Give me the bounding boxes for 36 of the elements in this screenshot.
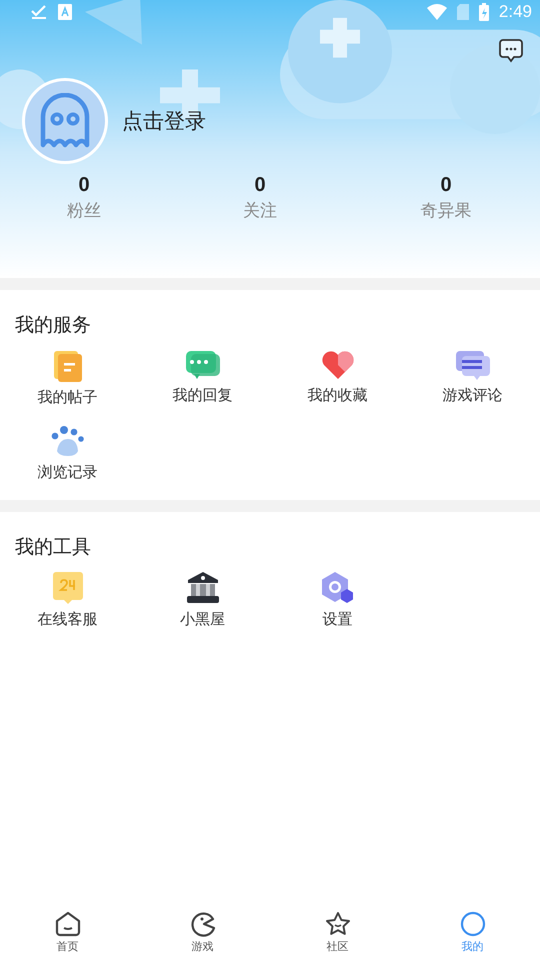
stat-count: 0 <box>440 174 452 197</box>
keyboard-icon <box>58 4 72 20</box>
paw-icon <box>50 425 84 457</box>
no-sim-icon <box>456 4 469 20</box>
section-title: 我的工具 <box>14 535 92 560</box>
service-label[interactable]: 浏览记录 <box>38 463 98 482</box>
gear-icon <box>320 572 354 604</box>
pacman-icon <box>190 910 216 936</box>
support-badge-icon <box>52 572 82 604</box>
tool-label[interactable]: 设置 <box>322 610 352 629</box>
section-title: 我的服务 <box>14 313 92 338</box>
service-label[interactable]: 游戏评论 <box>442 386 502 405</box>
building-icon <box>184 572 220 604</box>
tab-item[interactable]: 游戏 <box>135 903 270 961</box>
tab-item[interactable]: 社区 <box>270 903 405 961</box>
chat-bubble-icon <box>186 350 220 380</box>
login-link[interactable]: 点击登录 <box>122 107 206 135</box>
stat-count: 0 <box>254 174 266 197</box>
ghost-icon <box>39 93 91 149</box>
service-label[interactable]: 我的帖子 <box>38 388 98 407</box>
profile-icon <box>460 910 486 936</box>
tool-label[interactable]: 小黑屋 <box>180 610 225 629</box>
tab-item[interactable]: 首页 <box>0 903 135 961</box>
star-icon <box>324 910 350 936</box>
download-done-icon <box>30 4 48 20</box>
heart-icon <box>320 350 354 380</box>
status-time: 2:49 <box>498 2 532 22</box>
comment-icon <box>456 350 490 380</box>
stat-count: 0 <box>78 174 90 197</box>
service-label[interactable]: 我的回复 <box>172 386 232 405</box>
tool-label[interactable]: 在线客服 <box>38 610 98 629</box>
wifi-icon <box>426 4 447 20</box>
document-icon <box>52 350 84 382</box>
service-label[interactable]: 我的收藏 <box>308 386 368 405</box>
home-icon <box>54 910 80 936</box>
battery-icon <box>478 3 489 21</box>
